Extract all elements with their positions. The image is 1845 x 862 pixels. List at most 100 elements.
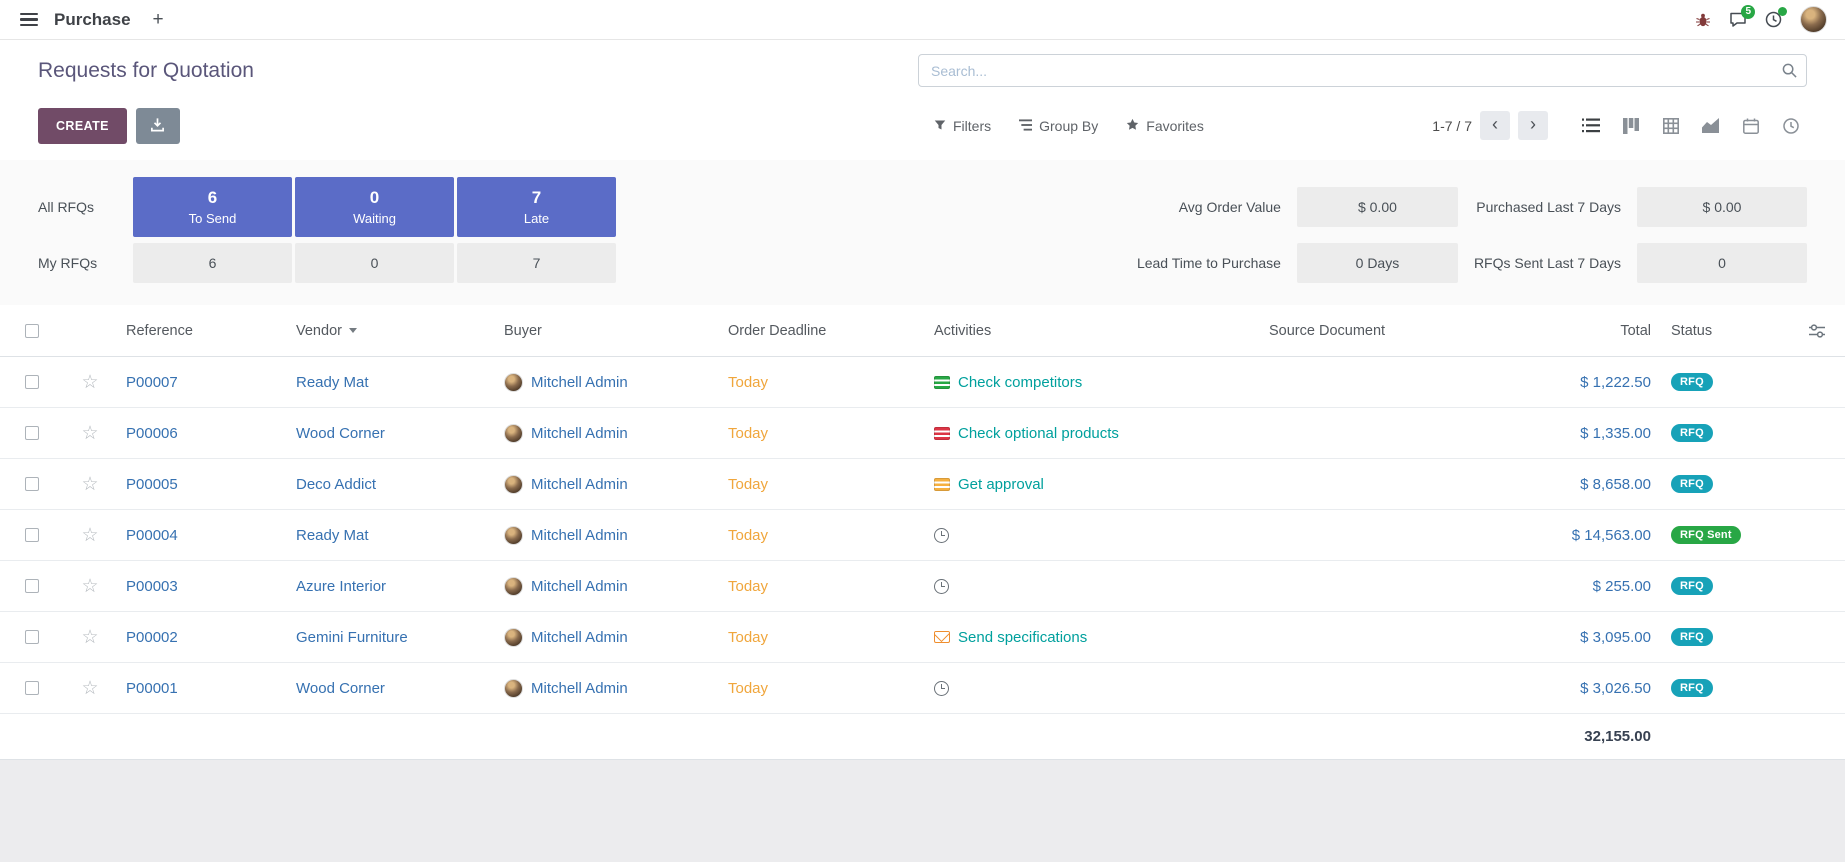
plus-icon[interactable]: + (153, 9, 164, 31)
activity-link[interactable]: Get approval (958, 476, 1044, 493)
reference-link[interactable]: P00004 (126, 527, 178, 544)
row-checkbox[interactable] (25, 579, 39, 593)
vendor-link[interactable]: Gemini Furniture (296, 629, 408, 646)
favorite-star-icon[interactable]: ☆ (81, 526, 98, 545)
table-row[interactable]: ☆ P00005 Deco Addict Mitchell Admin Toda… (0, 459, 1845, 510)
group-by-button[interactable]: Group By (1019, 118, 1098, 134)
buyer-link[interactable]: Mitchell Admin (531, 374, 628, 391)
table-row[interactable]: ☆ P00002 Gemini Furniture Mitchell Admin… (0, 612, 1845, 663)
reference-link[interactable]: P00007 (126, 374, 178, 391)
activity-view-icon[interactable] (1774, 111, 1807, 141)
reference-link[interactable]: P00003 (126, 578, 178, 595)
buyer-link[interactable]: Mitchell Admin (531, 476, 628, 493)
row-checkbox[interactable] (25, 528, 39, 542)
pager-previous-button[interactable]: ‹ (1480, 111, 1510, 140)
row-checkbox[interactable] (25, 681, 39, 695)
my-rfqs-late[interactable]: 7 (457, 243, 616, 283)
activity-type-icon[interactable] (934, 376, 950, 389)
activities-clock-icon[interactable] (1765, 11, 1782, 28)
table-row[interactable]: ☆ P00004 Ready Mat Mitchell Admin Today … (0, 510, 1845, 561)
column-header-total[interactable]: Total (1496, 323, 1661, 339)
favorite-star-icon[interactable]: ☆ (81, 679, 98, 698)
activity-type-icon[interactable] (934, 681, 949, 696)
reference-link[interactable]: P00001 (126, 680, 178, 697)
vendor-link[interactable]: Wood Corner (296, 680, 385, 697)
table-row[interactable]: ☆ P00006 Wood Corner Mitchell Admin Toda… (0, 408, 1845, 459)
search-input[interactable] (918, 54, 1807, 87)
reference-link[interactable]: P00002 (126, 629, 178, 646)
activity-link[interactable]: Check optional products (958, 425, 1119, 442)
activity-type-icon[interactable] (934, 427, 950, 440)
favorite-star-icon[interactable]: ☆ (81, 577, 98, 596)
column-header-buyer[interactable]: Buyer (494, 323, 718, 339)
row-checkbox[interactable] (25, 426, 39, 440)
buyer-link[interactable]: Mitchell Admin (531, 629, 628, 646)
column-header-activities[interactable]: Activities (924, 323, 1259, 339)
export-button[interactable] (136, 108, 180, 144)
create-button[interactable]: CREATE (38, 108, 127, 144)
vendor-link[interactable]: Ready Mat (296, 374, 369, 391)
activity-link[interactable]: Check competitors (958, 374, 1082, 391)
buyer-link[interactable]: Mitchell Admin (531, 680, 628, 697)
column-header-reference[interactable]: Reference (116, 323, 286, 339)
filters-button[interactable]: Filters (934, 118, 991, 134)
list-view-icon[interactable] (1574, 111, 1607, 141)
column-header-deadline[interactable]: Order Deadline (718, 323, 924, 339)
pager-next-button[interactable]: › (1518, 111, 1548, 140)
app-name[interactable]: Purchase (54, 10, 131, 30)
page-title: Requests for Quotation (38, 54, 254, 88)
total-amount: $ 3,026.50 (1580, 680, 1651, 697)
favorite-star-icon[interactable]: ☆ (81, 424, 98, 443)
column-header-source[interactable]: Source Document (1259, 323, 1496, 339)
column-header-vendor[interactable]: Vendor (286, 323, 494, 339)
vendor-link[interactable]: Deco Addict (296, 476, 376, 493)
optional-columns-icon[interactable] (1789, 324, 1845, 338)
row-checkbox[interactable] (25, 630, 39, 644)
column-header-status[interactable]: Status (1661, 323, 1789, 339)
my-rfqs-to-send[interactable]: 6 (133, 243, 292, 283)
favorite-star-icon[interactable]: ☆ (81, 475, 98, 494)
vendor-link[interactable]: Wood Corner (296, 425, 385, 442)
activity-type-icon[interactable] (934, 631, 950, 643)
row-checkbox[interactable] (25, 477, 39, 491)
buyer-link[interactable]: Mitchell Admin (531, 527, 628, 544)
debug-bug-icon[interactable] (1695, 12, 1711, 28)
row-checkbox[interactable] (25, 375, 39, 389)
buyer-link[interactable]: Mitchell Admin (531, 578, 628, 595)
rfqs-waiting-card[interactable]: 0 Waiting (295, 177, 454, 237)
buyer-avatar (504, 373, 523, 392)
reference-link[interactable]: P00006 (126, 425, 178, 442)
purchase-dashboard: All RFQs 6 To Send 0 Waiting 7 Late My R… (0, 160, 1845, 305)
activity-link[interactable]: Send specifications (958, 629, 1087, 646)
status-badge: RFQ (1671, 679, 1713, 697)
search-icon[interactable] (1782, 63, 1797, 83)
graph-view-icon[interactable] (1694, 111, 1727, 141)
top-navbar: Purchase + 5 (0, 0, 1845, 40)
pivot-view-icon[interactable] (1654, 111, 1687, 141)
activity-type-icon[interactable] (934, 478, 950, 491)
vendor-link[interactable]: Azure Interior (296, 578, 386, 595)
my-rfqs-waiting[interactable]: 0 (295, 243, 454, 283)
activity-type-icon[interactable] (934, 579, 949, 594)
select-all-checkbox[interactable] (25, 324, 39, 338)
table-row[interactable]: ☆ P00001 Wood Corner Mitchell Admin Toda… (0, 663, 1845, 714)
order-deadline: Today (728, 476, 768, 493)
reference-link[interactable]: P00005 (126, 476, 178, 493)
messages-icon[interactable]: 5 (1729, 11, 1747, 28)
user-avatar[interactable] (1800, 6, 1827, 33)
status-badge: RFQ (1671, 577, 1713, 595)
rfqs-to-send-card[interactable]: 6 To Send (133, 177, 292, 237)
favorites-button[interactable]: Favorites (1126, 118, 1204, 134)
calendar-view-icon[interactable] (1734, 111, 1767, 141)
table-row[interactable]: ☆ P00007 Ready Mat Mitchell Admin Today … (0, 357, 1845, 408)
activity-type-icon[interactable] (934, 528, 949, 543)
vendor-link[interactable]: Ready Mat (296, 527, 369, 544)
kanban-view-icon[interactable] (1614, 111, 1647, 141)
table-row[interactable]: ☆ P00003 Azure Interior Mitchell Admin T… (0, 561, 1845, 612)
buyer-link[interactable]: Mitchell Admin (531, 425, 628, 442)
rfqs-late-card[interactable]: 7 Late (457, 177, 616, 237)
favorite-star-icon[interactable]: ☆ (81, 373, 98, 392)
favorite-star-icon[interactable]: ☆ (81, 628, 98, 647)
apps-menu-icon[interactable] (18, 9, 40, 30)
to-send-label: To Send (189, 211, 237, 226)
